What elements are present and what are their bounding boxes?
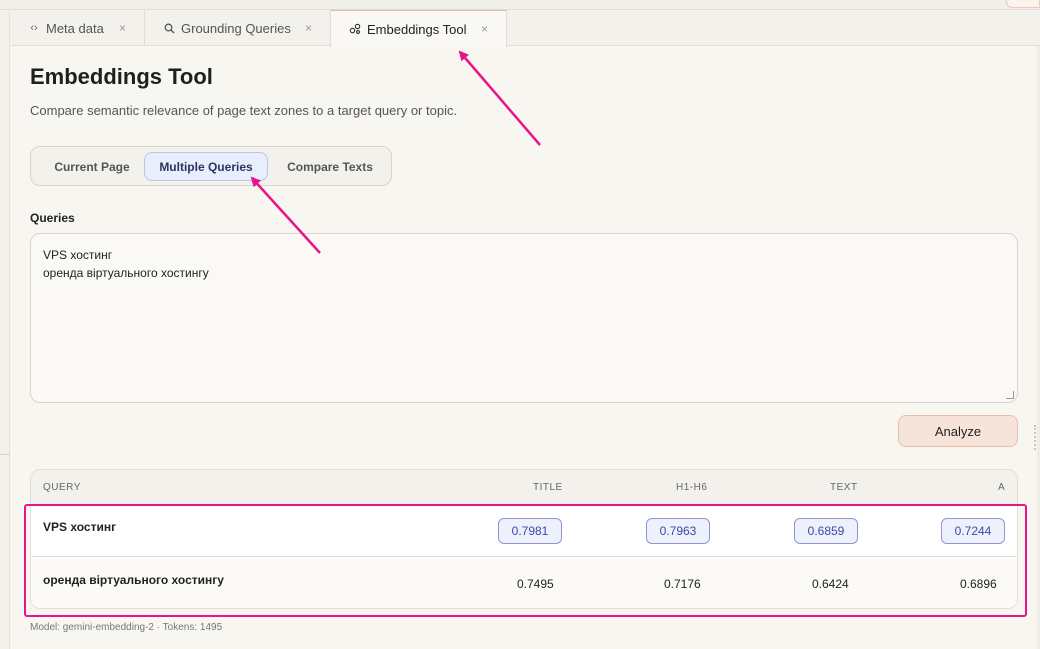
page-subtitle: Compare semantic relevance of page text … bbox=[30, 103, 458, 118]
header-query: QUERY bbox=[43, 482, 81, 493]
mode-selector: Current Page Multiple Queries Compare Te… bbox=[30, 146, 392, 186]
drag-handle[interactable] bbox=[1034, 425, 1037, 450]
tab-label: Meta data bbox=[46, 20, 104, 36]
close-icon[interactable]: × bbox=[119, 21, 126, 35]
tab-label: Embeddings Tool bbox=[367, 21, 467, 37]
code-icon: ‹› bbox=[30, 22, 38, 34]
query-line: VPS хостинг bbox=[43, 248, 113, 262]
top-right-accent bbox=[1006, 0, 1040, 8]
arrow-to-embeddings-tab bbox=[458, 50, 541, 146]
query-line: оренда віртуального хостингу bbox=[43, 266, 209, 280]
close-icon[interactable]: × bbox=[305, 21, 312, 35]
mode-multiple-queries[interactable]: Multiple Queries bbox=[144, 152, 268, 181]
header-a: A bbox=[998, 482, 1006, 493]
search-icon bbox=[161, 23, 177, 34]
embeddings-icon bbox=[347, 23, 363, 35]
mode-compare-texts[interactable]: Compare Texts bbox=[275, 152, 385, 181]
page-title: Embeddings Tool bbox=[30, 64, 213, 89]
tab-bar: ‹› Meta data × Grounding Queries × Embed… bbox=[10, 10, 1040, 47]
queries-textarea[interactable]: VPS хостинг оренда віртуального хостингу bbox=[30, 233, 1018, 403]
resize-handle[interactable] bbox=[1006, 391, 1014, 399]
window-top-strip bbox=[0, 0, 1040, 10]
header-title: TITLE bbox=[533, 482, 563, 493]
tab-embeddings-tool[interactable]: Embeddings Tool × bbox=[330, 10, 507, 47]
left-rail bbox=[0, 10, 10, 649]
tab-grounding-queries[interactable]: Grounding Queries × bbox=[145, 10, 331, 46]
close-icon[interactable]: × bbox=[481, 22, 488, 36]
tab-meta-data[interactable]: ‹› Meta data × bbox=[10, 10, 145, 46]
tab-label: Grounding Queries bbox=[181, 20, 291, 36]
header-text: TEXT bbox=[830, 482, 858, 493]
highlight-box bbox=[24, 504, 1027, 617]
queries-label: Queries bbox=[30, 211, 75, 225]
model-info: Model: gemini-embedding-2 · Tokens: 1495 bbox=[30, 622, 223, 633]
rail-divider bbox=[0, 454, 10, 455]
analyze-button[interactable]: Analyze bbox=[898, 415, 1018, 447]
results-header: QUERY TITLE H1-H6 TEXT A bbox=[31, 470, 1017, 506]
mode-current-page[interactable]: Current Page bbox=[39, 152, 145, 181]
header-h1-h6: H1-H6 bbox=[676, 482, 708, 493]
